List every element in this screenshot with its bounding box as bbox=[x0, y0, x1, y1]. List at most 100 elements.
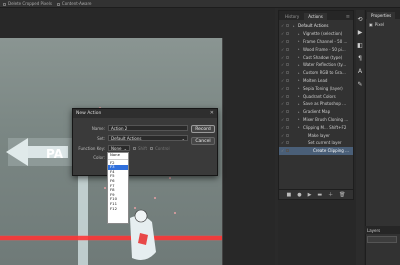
content-aware-option[interactable]: Content-Aware bbox=[56, 1, 91, 6]
check-icon[interactable]: ✓ bbox=[281, 55, 284, 60]
check-icon[interactable]: ✓ bbox=[281, 148, 284, 153]
dialog-toggle-icon[interactable] bbox=[286, 86, 289, 90]
checkbox-icon bbox=[3, 2, 6, 6]
function-key-option[interactable]: F12 bbox=[108, 206, 128, 212]
record-button[interactable]: Record bbox=[191, 125, 215, 133]
dialog-toggle-icon[interactable] bbox=[286, 71, 289, 75]
action-row[interactable]: ✓ ▸ Frame Channel - 50 ... bbox=[279, 38, 353, 46]
dialog-toggle-icon[interactable] bbox=[286, 63, 289, 67]
action-label: Sepia Toning (layer) bbox=[303, 85, 343, 91]
expand-arrow-icon[interactable]: ▸ bbox=[298, 110, 301, 114]
check-icon[interactable]: ✓ bbox=[281, 94, 284, 99]
check-icon[interactable]: ✓ bbox=[281, 109, 284, 114]
expand-arrow-icon[interactable]: ▸ bbox=[298, 63, 301, 67]
action-label: Water Reflection (ty... bbox=[303, 62, 347, 68]
properties-icon[interactable]: ◧ bbox=[357, 42, 363, 49]
expand-arrow-icon[interactable]: ▸ bbox=[298, 102, 301, 106]
set-select[interactable]: Default Actions ⌄ bbox=[108, 135, 188, 141]
dialog-toggle-icon[interactable] bbox=[286, 102, 289, 106]
action-row[interactable]: ✓ ▸ Custom RGB to Gra... bbox=[279, 69, 353, 77]
paragraph-icon[interactable]: ¶ bbox=[358, 55, 362, 62]
check-icon[interactable]: ✓ bbox=[281, 140, 284, 145]
function-key-select[interactable]: None ⌄ bbox=[108, 145, 130, 151]
dialog-toggle-icon[interactable] bbox=[286, 39, 289, 43]
chevron-down-icon: ⌄ bbox=[181, 135, 185, 141]
action-row[interactable]: ✓ ▸ Clipping M... Shift+F2 bbox=[279, 123, 353, 131]
action-row[interactable]: ✓ ▸ Vignette (selection) bbox=[279, 30, 353, 38]
action-row[interactable]: ✓ Create Clipping ... bbox=[279, 146, 353, 155]
record-icon[interactable]: ● bbox=[297, 192, 301, 198]
layers-panel-tab[interactable]: Layers bbox=[365, 226, 400, 234]
expand-arrow-icon[interactable]: ▸ bbox=[298, 78, 301, 82]
action-row[interactable]: ✓ Set current layer bbox=[279, 139, 353, 147]
action-row[interactable]: ✓ ▸ Sepia Toning (layer) bbox=[279, 84, 353, 92]
action-row[interactable]: ✓ ▸ Molten Lead bbox=[279, 77, 353, 85]
check-icon[interactable]: ✓ bbox=[281, 62, 284, 67]
expand-arrow-icon[interactable]: ▸ bbox=[298, 125, 301, 129]
expand-arrow-icon[interactable]: ▸ bbox=[293, 24, 296, 28]
expand-arrow-icon[interactable]: ▸ bbox=[298, 94, 301, 98]
actions-icon[interactable]: ▶ bbox=[358, 29, 363, 36]
action-row[interactable]: ✓ ▸ Water Reflection (ty... bbox=[279, 61, 353, 69]
close-icon[interactable]: ✕ bbox=[210, 110, 214, 116]
action-row[interactable]: ✓ ▸ Save as Photoshop ... bbox=[279, 100, 353, 108]
check-icon[interactable]: ✓ bbox=[281, 101, 284, 106]
action-row[interactable]: ✓ ▸ Mixer Brush Cloning ... bbox=[279, 116, 353, 124]
shift-checkbox[interactable]: Shift bbox=[133, 146, 147, 151]
check-icon[interactable]: ✓ bbox=[281, 47, 284, 52]
action-row[interactable]: ✓ ▸ Quadrant Colors bbox=[279, 92, 353, 100]
delete-cropped-pixels-option[interactable]: Delete Cropped Pixels bbox=[3, 1, 52, 6]
character-icon[interactable]: A bbox=[358, 68, 362, 75]
check-icon[interactable]: ✓ bbox=[281, 23, 284, 28]
expand-arrow-icon[interactable]: ▸ bbox=[298, 86, 301, 90]
dialog-toggle-icon[interactable] bbox=[286, 94, 289, 98]
check-icon[interactable]: ✓ bbox=[281, 86, 284, 91]
check-icon[interactable]: ✓ bbox=[281, 70, 284, 75]
action-row[interactable]: ✓ ▸ Gradient Map bbox=[279, 108, 353, 116]
panel-menu-icon[interactable]: ≡ bbox=[346, 14, 350, 20]
action-row[interactable]: ✓ ▸ Wood Frame - 50 pi... bbox=[279, 45, 353, 53]
expand-arrow-icon[interactable]: ▸ bbox=[298, 47, 301, 51]
play-icon[interactable]: ▶ bbox=[308, 192, 312, 198]
dialog-toggle-icon[interactable] bbox=[286, 133, 289, 137]
new-set-icon[interactable]: ▬ bbox=[317, 192, 322, 198]
dialog-toggle-icon[interactable] bbox=[286, 125, 289, 129]
check-icon[interactable]: ✓ bbox=[281, 78, 284, 83]
history-icon[interactable]: ⟲ bbox=[357, 16, 362, 23]
action-row[interactable]: ✓ ▸ Cast Shadow (type) bbox=[279, 53, 353, 61]
check-icon[interactable]: ✓ bbox=[281, 125, 284, 130]
cancel-button[interactable]: Cancel bbox=[191, 137, 215, 145]
layers-filter-field[interactable] bbox=[367, 236, 397, 243]
control-checkbox[interactable]: Control bbox=[150, 146, 170, 151]
dialog-toggle-icon[interactable] bbox=[286, 141, 289, 145]
action-set-row[interactable]: ✓ ▸ Default Actions bbox=[279, 22, 353, 30]
check-icon[interactable]: ✓ bbox=[281, 39, 284, 44]
dialog-toggle-icon[interactable] bbox=[286, 78, 289, 82]
dialog-toggle-icon[interactable] bbox=[286, 149, 289, 153]
check-icon[interactable]: ✓ bbox=[281, 133, 284, 138]
dialog-toggle-icon[interactable] bbox=[286, 55, 289, 59]
stop-icon[interactable]: ■ bbox=[286, 192, 291, 198]
dialog-toggle-icon[interactable] bbox=[286, 47, 289, 51]
name-field[interactable]: Action 2 bbox=[108, 125, 188, 131]
expand-arrow-icon[interactable]: ▸ bbox=[298, 32, 301, 36]
tab-actions[interactable]: Actions bbox=[304, 13, 327, 20]
check-icon[interactable]: ✓ bbox=[281, 117, 284, 122]
dialog-toggle-icon[interactable] bbox=[286, 32, 289, 36]
check-icon[interactable]: ✓ bbox=[281, 31, 284, 36]
expand-arrow-icon[interactable]: ▸ bbox=[298, 117, 301, 121]
tab-history[interactable]: History bbox=[281, 13, 303, 20]
trash-icon[interactable]: 🗑 bbox=[339, 192, 345, 198]
brush-icon[interactable]: ✎ bbox=[357, 81, 362, 88]
dialog-toggle-icon[interactable] bbox=[286, 110, 289, 114]
expand-arrow-icon[interactable]: ▸ bbox=[298, 71, 301, 75]
tab-properties[interactable]: Properties bbox=[367, 12, 396, 19]
actions-footer: ■ ● ▶ ▬ ＋ 🗑 bbox=[279, 189, 353, 199]
pole bbox=[78, 166, 88, 265]
expand-arrow-icon[interactable]: ▸ bbox=[298, 55, 301, 59]
action-row[interactable]: ✓ Make layer bbox=[279, 131, 353, 139]
dialog-toggle-icon[interactable] bbox=[286, 24, 289, 28]
expand-arrow-icon[interactable]: ▸ bbox=[298, 39, 301, 43]
dialog-toggle-icon[interactable] bbox=[286, 117, 289, 121]
new-action-icon[interactable]: ＋ bbox=[328, 191, 333, 198]
